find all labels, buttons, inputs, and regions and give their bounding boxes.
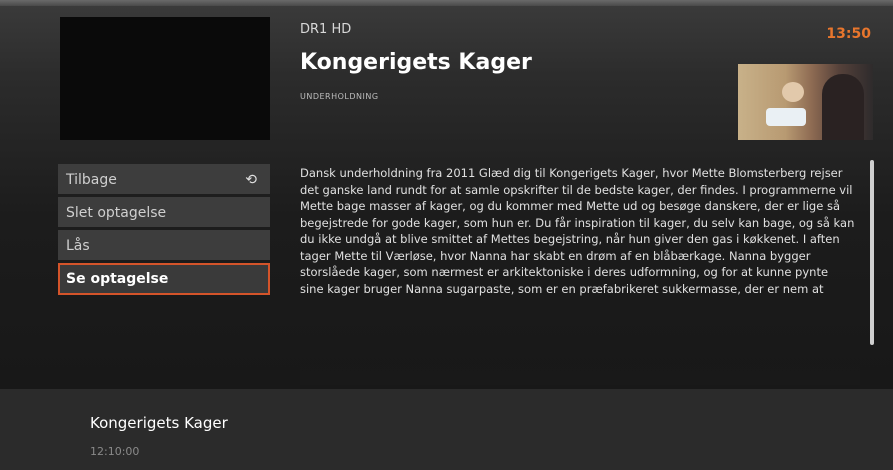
description-fade — [300, 330, 860, 385]
thumbnail-person-shape — [822, 74, 864, 140]
clock: 13:50 — [826, 26, 871, 42]
thumbnail-hand-shape — [782, 82, 804, 102]
menu-item-label: Slet optagelse — [66, 205, 167, 221]
menu-item-back[interactable]: Tilbage ⟲ — [58, 164, 270, 194]
program-thumbnail — [738, 64, 873, 140]
menu-item-watch-recording[interactable]: Se optagelse — [58, 263, 270, 295]
menu-item-label: Lås — [66, 238, 90, 254]
menu-item-label: Tilbage — [66, 172, 117, 188]
action-menu: Tilbage ⟲ Slet optagelse Lås Se optagels… — [58, 164, 270, 298]
menu-item-label: Se optagelse — [66, 271, 169, 287]
footer-title: Kongerigets Kager — [90, 414, 228, 432]
video-preview — [60, 17, 270, 140]
footer-time: 12:10:00 — [90, 445, 140, 458]
program-genre: UNDERHOLDNING — [300, 92, 379, 101]
menu-item-delete-recording[interactable]: Slet optagelse — [58, 197, 270, 227]
menu-item-lock[interactable]: Lås — [58, 230, 270, 260]
channel-name: DR1 HD — [300, 22, 352, 37]
back-arrow-icon: ⟲ — [245, 172, 257, 188]
program-title: Kongerigets Kager — [300, 50, 532, 75]
description-scrollbar[interactable] — [870, 160, 874, 345]
thumbnail-cup-shape — [766, 108, 806, 126]
